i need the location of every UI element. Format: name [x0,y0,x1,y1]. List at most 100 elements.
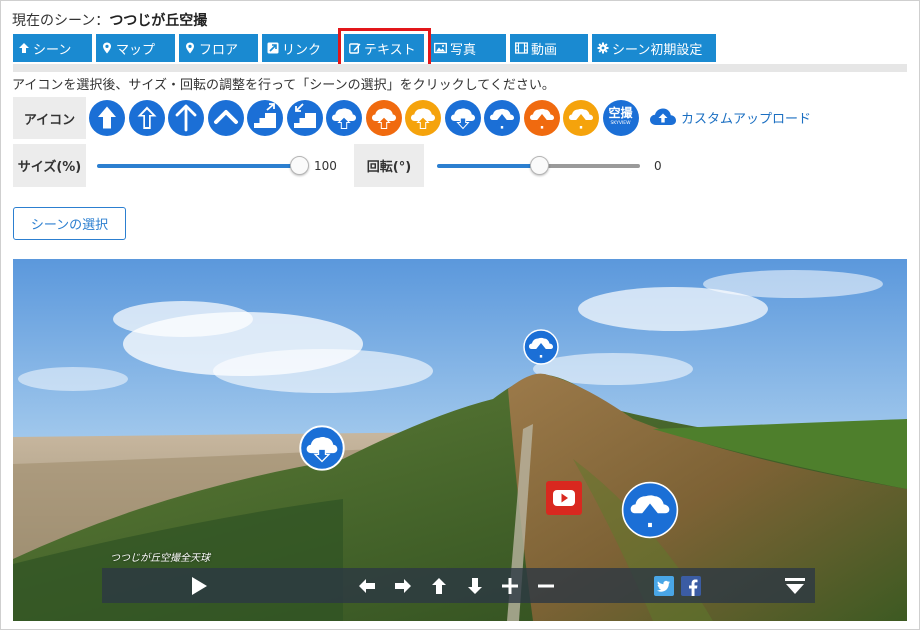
size-slider-thumb[interactable] [290,156,309,175]
size-value: 100 [314,159,337,173]
arrow-up-bold-icon [98,106,116,129]
tab-label: シーン初期設定 [612,42,703,58]
app-frame: 現在のシーン：つつじが丘空撮 シーン マップ フロア リンク テキスト 写真 動… [0,0,920,630]
external-link-icon [267,42,279,54]
youtube-icon [546,481,582,515]
facebook-icon [681,575,701,596]
scene-name: つつじが丘空撮 [109,13,208,29]
tab-divider [13,64,907,72]
tab-label: テキスト [364,42,416,58]
select-scene-button[interactable]: シーンの選択 [13,207,126,240]
icon-option-13[interactable] [563,100,599,136]
pan-left-button[interactable] [356,568,378,603]
icon-option-9[interactable] [405,100,441,136]
tab-bar: シーン マップ フロア リンク テキスト 写真 動画 シーン初期設定 [13,34,720,62]
menu-collapse-icon [785,577,805,594]
tree-icon [523,329,559,365]
rotation-slider-filled[interactable] [437,164,540,168]
pan-up-button[interactable] [428,568,450,603]
icon-option-2[interactable] [128,100,165,136]
zoom-in-button[interactable] [499,568,521,603]
tab-label: シーン [33,42,72,58]
tab-label: リンク [282,42,322,58]
zoom-out-icon [538,584,554,587]
current-scene-title: 現在のシーン：つつじが丘空撮 [12,10,207,30]
size-slider-track[interactable] [97,164,302,168]
panorama-control-bar [102,568,815,603]
icon-row-label: アイコン [13,97,86,139]
tab-label: 動画 [531,42,558,58]
tree-icon [621,481,679,539]
rotation-slider-thumb[interactable] [530,156,549,175]
twitter-share-button[interactable] [653,568,675,603]
tab-label: マップ [116,42,156,58]
image-icon [434,42,447,54]
arrow-up-icon [19,43,29,53]
icon-option-3[interactable] [168,100,204,136]
tab-photo[interactable]: 写真 [429,34,506,62]
pan-down-button[interactable] [464,568,486,603]
youtube-hotspot[interactable] [546,481,582,519]
film-icon [515,42,528,54]
tree-orange-icon [529,108,554,129]
arrow-right-icon [395,578,411,593]
stairs-up-icon [254,103,276,128]
arrow-up-thin-icon [175,104,197,132]
play-icon [192,576,207,595]
tree-yellow-icon [569,108,593,129]
arrow-up-icon [432,577,446,594]
cloud-upload-yellow-icon [411,108,435,129]
icon-option-8[interactable] [365,100,402,136]
facebook-share-button[interactable] [680,568,702,603]
panorama-viewer[interactable]: つつじが丘空撮全天球 [13,259,907,621]
collapse-bar-button[interactable] [782,568,808,603]
cloud-download-icon [450,108,475,130]
play-button[interactable] [184,568,214,603]
cloud-upload-orange-icon [371,108,396,129]
size-label: サイズ(%) [13,144,86,187]
tree-hotspot-large[interactable] [621,481,679,543]
skyview-logo-text: 空撮 [608,106,633,120]
edit-icon [349,43,361,54]
instruction-text: アイコンを選択後、サイズ・回転の調整を行って「シーンの選択」をクリックしてくださ… [12,78,555,93]
map-pin-icon [103,42,111,54]
tree-icon [490,108,514,129]
skyview-logo-subtext: SKYVIEW [610,121,631,126]
cloud-upload-icon [650,108,676,125]
tree-hotspot-top[interactable] [523,329,559,369]
cloud-download-hotspot[interactable] [299,425,345,475]
tab-floor[interactable]: フロア [179,34,258,62]
cloud-upload-icon [332,108,356,129]
tab-label: フロア [199,42,239,58]
icon-option-10[interactable] [444,100,481,136]
stairs-down-icon [293,103,316,128]
icon-option-14[interactable]: 空撮 SKYVIEW [602,100,639,136]
pan-right-button[interactable] [392,568,414,603]
custom-upload-button[interactable]: カスタムアップロード [649,105,811,129]
tab-label: 写真 [450,42,477,58]
icon-option-6[interactable] [286,100,323,136]
twitter-icon [654,575,674,596]
icon-option-11[interactable] [484,100,520,136]
map-pin-icon [186,42,194,54]
custom-upload-label: カスタムアップロード [681,111,812,127]
tab-text[interactable]: テキスト [344,34,424,62]
zoom-out-button[interactable] [535,568,557,603]
icon-picker: 空撮 SKYVIEW [89,99,642,137]
arrow-left-icon [359,578,375,593]
icon-option-4[interactable] [207,100,244,136]
tab-scene[interactable]: シーン [13,34,92,62]
icon-option-5[interactable] [247,100,283,136]
tab-map[interactable]: マップ [96,34,175,62]
tab-video[interactable]: 動画 [510,34,588,62]
zoom-in-icon [502,577,518,594]
icon-option-12[interactable] [523,100,560,136]
icon-option-7[interactable] [326,100,362,136]
tab-scene-init-settings[interactable]: シーン初期設定 [592,34,716,62]
rotation-label: 回転(°) [354,144,424,187]
cloud-download-icon [299,425,345,471]
icon-option-1[interactable] [89,100,125,136]
tab-link[interactable]: リンク [262,34,340,62]
rotation-value: 0 [654,159,662,173]
rotation-slider-track[interactable] [540,164,640,168]
